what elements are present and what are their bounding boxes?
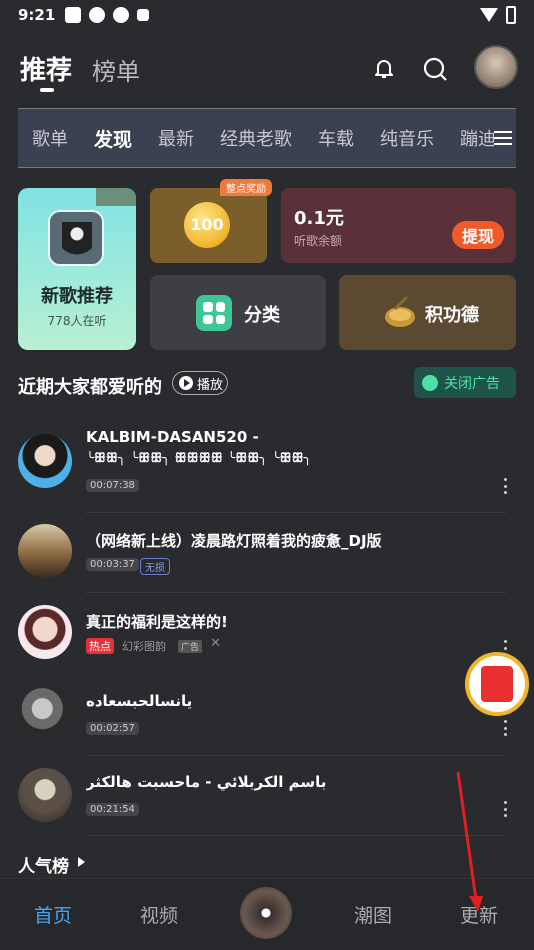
merit-card[interactable]: 积功德 (339, 275, 516, 350)
coin-reward-card[interactable]: 100 (150, 188, 267, 263)
grid-icon (196, 295, 232, 331)
close-icon[interactable]: ✕ (210, 636, 221, 651)
battery-icon (506, 6, 516, 24)
divider (86, 512, 506, 513)
popular-chart-title[interactable]: 人气榜 (18, 852, 69, 877)
mini-player-disc[interactable] (240, 887, 292, 939)
status-bar: 9:21 (0, 0, 534, 30)
song-duration: 00:02:57 (86, 722, 139, 735)
tab-recommend-label: 推荐 (20, 56, 73, 86)
coin-icon: 100 (184, 202, 230, 248)
category-bar: 歌单 发现 最新 经典老歌 车载 纯音乐 蹦迪 (18, 108, 516, 168)
new-songs-card[interactable]: 新歌推荐 778人在听 (18, 188, 136, 350)
new-songs-art (48, 210, 104, 266)
category-disco[interactable]: 蹦迪 (460, 125, 496, 151)
play-all-label: 播放 (197, 377, 224, 393)
more-options-icon[interactable] (504, 720, 508, 736)
nav-trend[interactable]: 潮图 (354, 901, 392, 928)
tab-rank[interactable]: 榜单 (92, 52, 140, 87)
hot-badge: 热点 (86, 638, 114, 654)
song-thumbnail (18, 524, 72, 578)
close-ad-icon (422, 374, 438, 391)
ad-title: 真正的福利是这样的! (86, 613, 228, 631)
notification-icon (65, 7, 82, 23)
song-thumbnail (18, 434, 72, 488)
new-songs-listeners: 778人在听 (47, 314, 107, 328)
lossless-badge: 无损 (140, 558, 170, 575)
wifi-icon (480, 8, 498, 22)
nav-video[interactable]: 视频 (140, 901, 178, 928)
more-options-icon[interactable] (504, 801, 508, 817)
category-playlist[interactable]: 歌单 (32, 125, 68, 151)
song-thumbnail (18, 768, 72, 822)
song-title: KALBIM-DASAN520 - (86, 428, 259, 446)
divider (86, 835, 506, 836)
category-car[interactable]: 车载 (318, 125, 354, 151)
folder-tab (96, 188, 136, 206)
top-bar: 推荐 榜单 (0, 42, 534, 98)
bell-icon[interactable] (372, 56, 396, 80)
chevron-right-icon (78, 857, 85, 867)
user-avatar[interactable] (474, 45, 518, 89)
tab-indicator (40, 88, 54, 92)
balance-amount: 0.1元 (294, 208, 344, 229)
tab-recommend[interactable]: 推荐 (20, 50, 73, 92)
song-duration: 00:03:37 (86, 558, 139, 571)
wooden-fish-icon (385, 295, 415, 327)
song-thumbnail (18, 687, 72, 741)
ad-source: 幻彩图韵 (122, 640, 166, 653)
status-time: 9:21 (18, 6, 56, 24)
notification-icon (113, 7, 130, 23)
list-item[interactable]: باسم الكربلائي - ماحسبت هالكثر 00:21:54 (0, 765, 534, 845)
withdraw-button[interactable]: 提现 (451, 221, 504, 249)
merit-label: 积功德 (425, 305, 479, 326)
list-item[interactable]: （网络新上线）凌晨路灯照着我的疲惫_DJ版 00:03:37 无损 (0, 518, 534, 598)
play-all-button[interactable]: 播放 (172, 371, 228, 395)
close-ad-label: 关闭广告 (444, 375, 500, 392)
search-icon[interactable] (422, 56, 448, 82)
category-latest[interactable]: 最新 (158, 125, 194, 151)
song-title-line2: ╰ꕥꕥ╮ ╰ꕥꕥ╮ ꕥꕥꕥꕥ ╰ꕥꕥ╮ ╰ꕥꕥ╮ (86, 451, 312, 466)
hourly-reward-badge: 整点奖励 (220, 179, 272, 196)
category-instrumental[interactable]: 纯音乐 (380, 125, 434, 151)
notification-icon (89, 7, 106, 23)
notification-icon (137, 9, 150, 21)
red-envelope-icon[interactable] (465, 652, 529, 716)
category-card[interactable]: 分类 (150, 275, 326, 350)
list-item[interactable]: يانسالحبسعاده 00:02:57 (0, 684, 534, 764)
category-card-label: 分类 (244, 305, 280, 326)
balance-card[interactable]: 0.1元 听歌余额 提现 (281, 188, 516, 263)
menu-icon[interactable] (494, 129, 512, 147)
list-item[interactable]: 真正的福利是这样的! 热点 幻彩图韵 广告 ✕ (0, 602, 534, 682)
ad-tag: 广告 (178, 640, 203, 653)
balance-label: 听歌余额 (294, 234, 343, 248)
song-title: باسم الكربلائي - ماحسبت هالكثر (86, 773, 327, 791)
new-songs-title: 新歌推荐 (41, 286, 113, 307)
nav-update[interactable]: 更新 (460, 901, 498, 928)
more-options-icon[interactable] (504, 478, 508, 494)
section-title: 近期大家都爱听的 (18, 377, 162, 398)
list-item[interactable]: KALBIM-DASAN520 - ╰ꕥꕥ╮ ╰ꕥꕥ╮ ꕥꕥꕥꕥ ╰ꕥꕥ╮ ╰ꕥ… (0, 425, 534, 505)
category-classic[interactable]: 经典老歌 (220, 125, 292, 151)
close-ad-button[interactable]: 关闭广告 (414, 367, 516, 398)
play-icon (179, 376, 193, 390)
bottom-nav: 首页 视频 潮图 更新 (0, 878, 534, 950)
category-discover[interactable]: 发现 (94, 125, 132, 152)
ad-thumbnail (18, 605, 72, 659)
divider (86, 755, 506, 756)
nav-home[interactable]: 首页 (34, 901, 72, 928)
divider (86, 592, 506, 593)
song-duration: 00:21:54 (86, 803, 139, 816)
song-duration: 00:07:38 (86, 479, 139, 492)
song-title: يانسالحبسعاده (86, 692, 193, 710)
song-title: （网络新上线）凌晨路灯照着我的疲惫_DJ版 (86, 532, 382, 550)
